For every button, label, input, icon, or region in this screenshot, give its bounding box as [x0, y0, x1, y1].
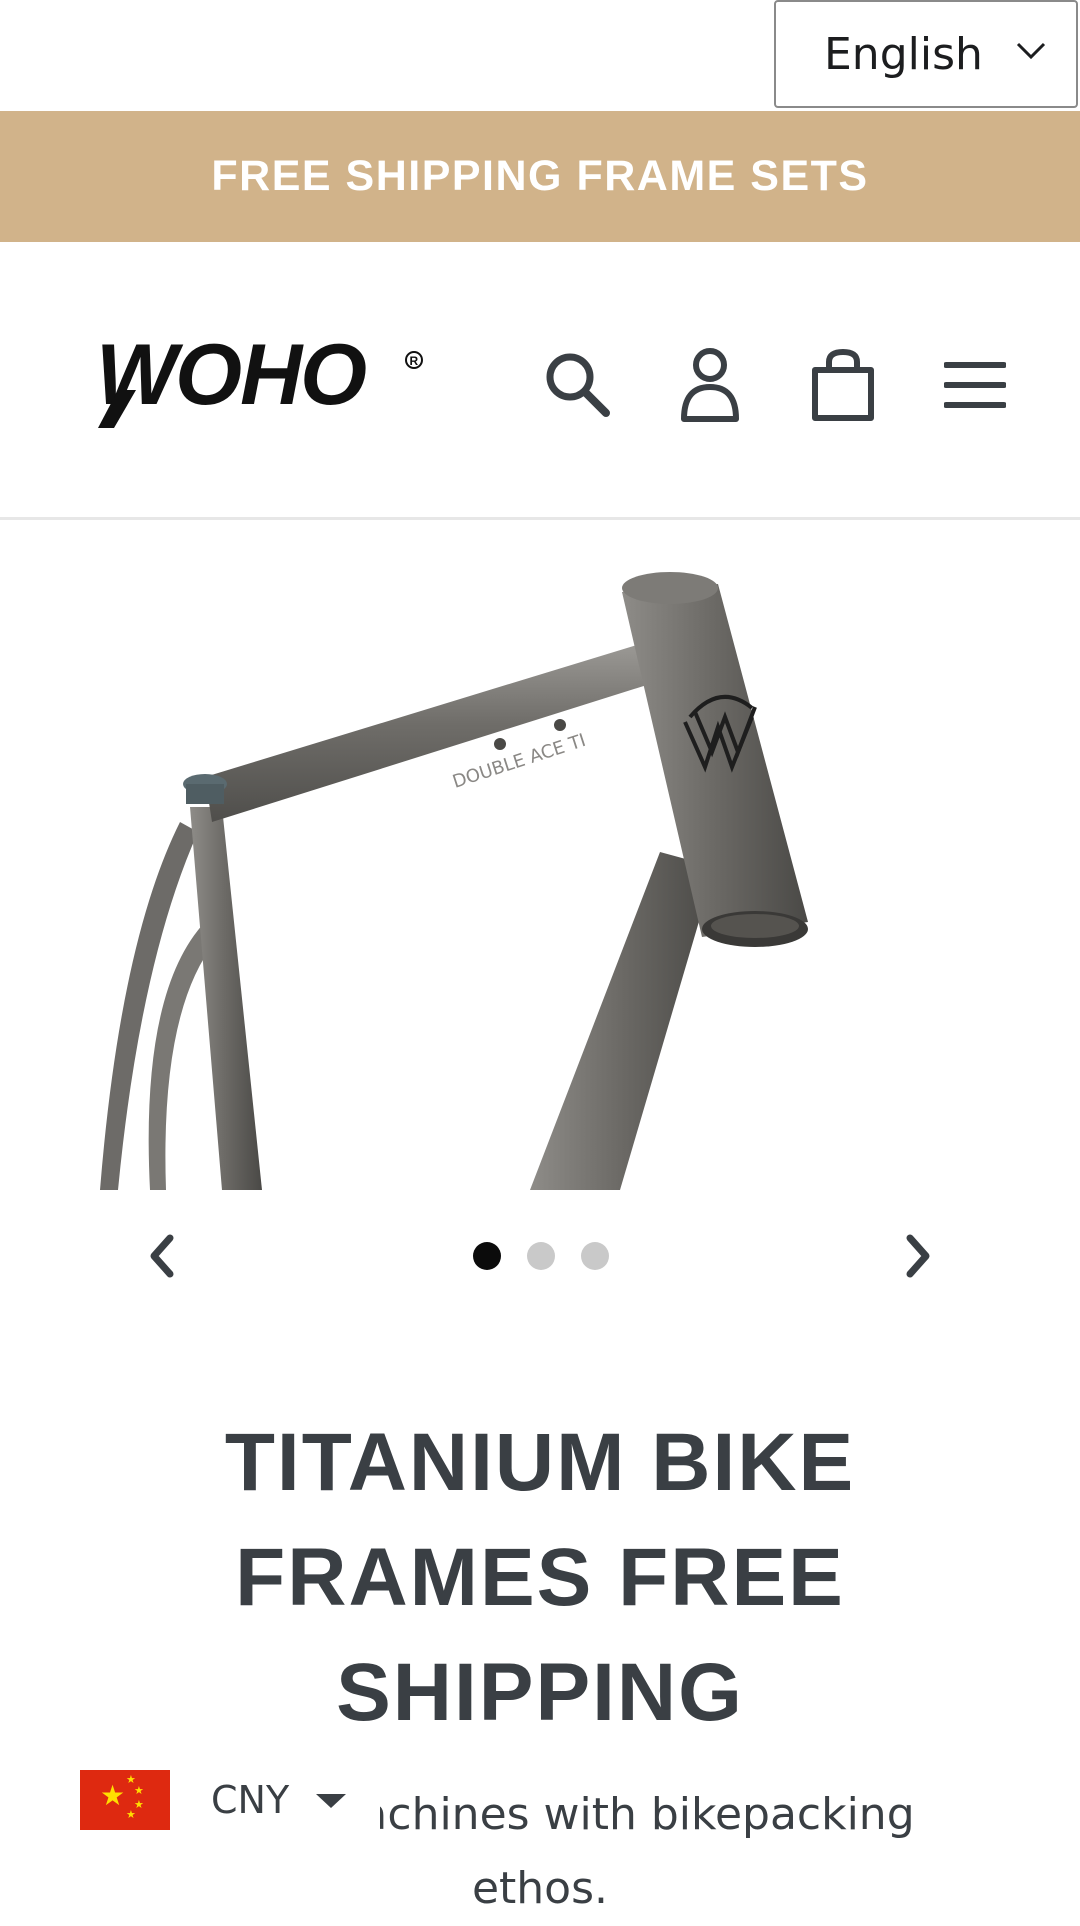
- cart-button[interactable]: [803, 345, 883, 425]
- chevron-down-icon: [1016, 42, 1046, 60]
- account-icon: [681, 348, 739, 422]
- slide-dot-1[interactable]: [473, 1242, 501, 1270]
- logo-text: WOHO: [96, 330, 366, 423]
- cart-icon: [812, 348, 874, 421]
- menu-icon: [944, 362, 1006, 408]
- woho-logo[interactable]: WOHO R: [96, 327, 426, 435]
- search-icon: [546, 353, 610, 417]
- search-button[interactable]: [538, 345, 618, 425]
- currency-code: CNY: [211, 1778, 290, 1822]
- language-select-value: English: [824, 28, 983, 80]
- previous-slide-button[interactable]: [142, 1232, 182, 1280]
- svg-text:R: R: [410, 354, 419, 368]
- hero-image: DOUBLE ACE TI: [0, 522, 1080, 1190]
- currency-selector[interactable]: ★ ★ ★ ★ ★ CNY: [80, 1770, 380, 1830]
- account-button[interactable]: [670, 345, 750, 425]
- promo-banner-text: FREE SHIPPING FRAME SETS: [211, 152, 869, 200]
- slide-dot-3[interactable]: [581, 1242, 609, 1270]
- product-title: TITANIUM BIKE FRAMES FREE SHIPPING: [224, 1417, 856, 1738]
- next-slide-button[interactable]: [898, 1232, 938, 1280]
- language-bar: English: [0, 0, 1080, 110]
- caret-down-icon: [316, 1794, 346, 1808]
- menu-button[interactable]: [935, 345, 1015, 425]
- promo-banner[interactable]: FREE SHIPPING FRAME SETS: [0, 111, 1080, 242]
- slide-dot-2[interactable]: [527, 1242, 555, 1270]
- china-flag-icon: ★ ★ ★ ★ ★: [80, 1770, 170, 1830]
- language-select[interactable]: English: [774, 0, 1078, 108]
